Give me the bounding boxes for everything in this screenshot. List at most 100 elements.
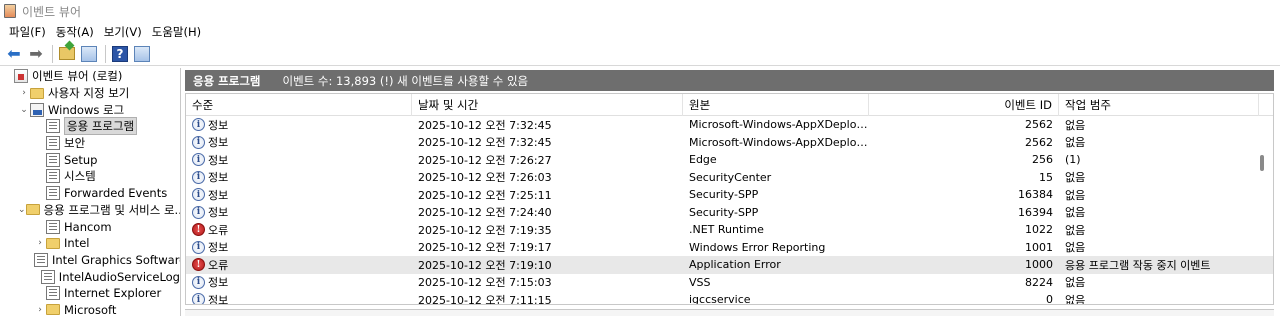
tree-item-label: 응용 프로그램 및 서비스 로... xyxy=(43,202,181,217)
menu-bar: 파일(F) 동작(A) 보기(V) 도움말(H) xyxy=(0,22,1280,42)
event-row[interactable]: i 정보 2025-10-12 오전 7:32:45 Microsoft-Window… xyxy=(186,116,1273,134)
event-category-cell: 없음 xyxy=(1065,171,1086,185)
tree-item-label: Intel Graphics Software xyxy=(52,252,181,267)
back-arrow-icon: ⬅ xyxy=(7,43,21,63)
event-row[interactable]: i 정보 2025-10-12 오전 7:26:03 SecurityCenter 15… xyxy=(186,169,1273,187)
chevron-down-icon[interactable]: ⌄ xyxy=(18,205,26,215)
tree-item[interactable]: Internet Explorer xyxy=(0,285,180,302)
event-level-cell: ! 오류 xyxy=(186,257,412,273)
event-row[interactable]: i 정보 2025-10-12 오전 7:26:27 Edge 256 (1) xyxy=(186,151,1273,169)
tree-item[interactable]: 이벤트 뷰어 (로컬) xyxy=(0,68,180,85)
tree-item[interactable]: › Microsoft xyxy=(0,302,180,316)
event-id-cell: 15 xyxy=(1039,170,1053,184)
chevron-right-icon[interactable]: › xyxy=(34,305,46,315)
event-source-cell: VSS xyxy=(689,275,711,289)
event-row[interactable]: i 정보 2025-10-12 오전 7:24:40 Security-SPP 1639… xyxy=(186,204,1273,222)
event-level-cell: i 정보 xyxy=(186,152,412,168)
tree-item-label: Forwarded Events xyxy=(64,186,168,201)
event-source-cell: Security-SPP xyxy=(689,188,759,202)
up-one-level-button[interactable] xyxy=(57,44,77,64)
tree-item[interactable]: Setup xyxy=(0,151,180,168)
tree-item[interactable]: 응용 프로그램 xyxy=(0,117,180,136)
event-id-cell: 0 xyxy=(1046,293,1053,305)
event-source-cell: igccservice xyxy=(689,293,751,305)
tree-item[interactable]: IntelAudioServiceLog xyxy=(0,268,180,285)
menu-action[interactable]: 동작(A) xyxy=(51,24,99,40)
tree-item-label: 사용자 지정 보기 xyxy=(48,86,130,101)
event-level-cell: i 정보 xyxy=(186,204,412,220)
event-source-cell: Microsoft-Windows-AppXDeploym... xyxy=(689,135,869,149)
column-header-date[interactable]: 날짜 및 시간 xyxy=(412,94,683,116)
event-rows: i 정보 2025-10-12 오전 7:32:45 Microsoft-Window… xyxy=(186,116,1273,305)
tree-item[interactable]: 보안 xyxy=(0,135,180,152)
event-category-cell: 없음 xyxy=(1065,276,1086,290)
event-level-text: 정보 xyxy=(208,276,229,290)
tree-item[interactable]: Hancom xyxy=(0,218,180,235)
event-row[interactable]: i 정보 2025-10-12 오전 7:15:03 VSS 8224 없음 xyxy=(186,274,1273,292)
tree-item-label: 이벤트 뷰어 (로컬) xyxy=(32,69,123,84)
event-row[interactable]: i 정보 2025-10-12 오전 7:19:17 Windows Error Re… xyxy=(186,239,1273,257)
column-header-level[interactable]: 수준 xyxy=(186,94,412,116)
chevron-right-icon[interactable]: › xyxy=(34,238,46,248)
log-header-bar: 응용 프로그램 이벤트 수: 13,893 (!) 새 이벤트를 사용할 수 있… xyxy=(185,70,1274,91)
event-id-cell: 1022 xyxy=(1025,223,1053,237)
event-row[interactable]: ! 오류 2025-10-12 오전 7:19:10 Application Erro… xyxy=(186,256,1273,274)
vertical-scrollbar-thumb[interactable] xyxy=(1260,155,1264,171)
tree-item[interactable]: ⌄ 응용 프로그램 및 서비스 로... xyxy=(0,202,180,219)
tree-item[interactable]: › Intel xyxy=(0,235,180,252)
event-id-cell: 1001 xyxy=(1025,240,1053,254)
tree-item[interactable]: ⌄ Windows 로그 xyxy=(0,101,180,118)
winlog-icon xyxy=(30,102,44,117)
show-hide-tree-button[interactable] xyxy=(79,44,99,64)
event-date-cell: 2025-10-12 오전 7:11:15 xyxy=(418,293,552,305)
help-button[interactable]: ? xyxy=(110,44,130,64)
show-hide-action-pane-button[interactable] xyxy=(132,44,152,64)
event-source-cell: Security-SPP xyxy=(689,205,759,219)
column-header-event-id[interactable]: 이벤트 ID xyxy=(869,94,1059,116)
event-row[interactable]: i 정보 2025-10-12 오전 7:11:15 igccservice 0 없음 xyxy=(186,291,1273,305)
event-level-cell: i 정보 xyxy=(186,292,412,304)
menu-file[interactable]: 파일(F) xyxy=(4,24,51,40)
toolbar: ⬅ ➡ ? xyxy=(0,42,1280,66)
tree-item[interactable]: Forwarded Events xyxy=(0,185,180,202)
event-level-text: 정보 xyxy=(208,241,229,255)
event-level-cell: i 정보 xyxy=(186,187,412,203)
event-date-cell: 2025-10-12 오전 7:25:11 xyxy=(418,188,552,202)
column-header-source[interactable]: 원본 xyxy=(683,94,869,116)
back-button[interactable]: ⬅ xyxy=(4,44,24,64)
tree-item[interactable]: Intel Graphics Software xyxy=(0,252,180,269)
folder-icon xyxy=(46,237,60,249)
info-icon: i xyxy=(192,205,205,219)
error-icon: ! xyxy=(192,223,205,237)
tree-item-label: 응용 프로그램 xyxy=(64,117,138,136)
tree-item[interactable]: 시스템 xyxy=(0,168,180,185)
event-source-cell: Application Error xyxy=(689,258,781,272)
folder-icon xyxy=(25,204,40,216)
tree-item-label: 보안 xyxy=(64,136,86,151)
event-date-cell: 2025-10-12 오전 7:26:27 xyxy=(418,153,552,167)
event-date-cell: 2025-10-12 오전 7:32:45 xyxy=(418,136,552,150)
tree-item[interactable]: › 사용자 지정 보기 xyxy=(0,85,180,102)
event-level-text: 오류 xyxy=(208,258,229,272)
menu-help[interactable]: 도움말(H) xyxy=(147,24,206,40)
column-header-task-category[interactable]: 작업 범주 xyxy=(1059,94,1259,116)
log-icon xyxy=(46,136,60,151)
menu-view[interactable]: 보기(V) xyxy=(99,24,147,40)
event-category-cell: 없음 xyxy=(1065,206,1086,220)
tree-item-label: Internet Explorer xyxy=(64,286,162,301)
forward-arrow-icon: ➡ xyxy=(29,43,43,63)
event-category-cell: 없음 xyxy=(1065,293,1086,305)
event-row[interactable]: i 정보 2025-10-12 오전 7:32:45 Microsoft-Window… xyxy=(186,134,1273,152)
forward-button[interactable]: ➡ xyxy=(26,44,46,64)
event-date-cell: 2025-10-12 오전 7:26:03 xyxy=(418,171,552,185)
event-level-text: 오류 xyxy=(208,223,229,237)
info-icon: i xyxy=(192,188,205,202)
chevron-down-icon[interactable]: ⌄ xyxy=(18,105,30,115)
event-source-cell: Windows Error Reporting xyxy=(689,240,826,254)
event-row[interactable]: i 정보 2025-10-12 오전 7:25:11 Security-SPP 1638… xyxy=(186,186,1273,204)
event-row[interactable]: ! 오류 2025-10-12 오전 7:19:35 .NET Runtime 1022… xyxy=(186,221,1273,239)
event-level-text: 정보 xyxy=(208,206,229,220)
event-category-cell: 없음 xyxy=(1065,188,1086,202)
chevron-right-icon[interactable]: › xyxy=(18,88,30,98)
event-category-cell: 응용 프로그램 작동 중지 이벤트 xyxy=(1065,258,1211,272)
